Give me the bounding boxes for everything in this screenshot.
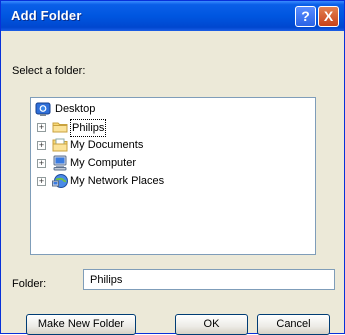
ok-button[interactable]: OK — [175, 314, 248, 335]
tree-item-philips[interactable]: + Philips — [37, 119, 307, 137]
folder-icon — [52, 119, 68, 135]
expand-toggle[interactable]: + — [37, 123, 46, 132]
folder-label: Folder: — [12, 278, 47, 290]
tree-item-label: My Network Places — [70, 175, 165, 187]
expand-toggle[interactable]: + — [37, 159, 46, 168]
title-bar: Add Folder ? X — [1, 1, 344, 31]
network-places-icon — [52, 173, 68, 189]
expand-toggle[interactable]: + — [37, 177, 46, 186]
tree-item-desktop[interactable]: Desktop — [35, 101, 305, 117]
tree-item-label: Philips — [70, 119, 107, 137]
cancel-button[interactable]: Cancel — [257, 314, 330, 335]
tree-item-my-computer[interactable]: + My Computer — [37, 155, 307, 171]
add-folder-dialog: Add Folder ? X Select a folder: Desktop … — [0, 0, 345, 335]
make-new-folder-button[interactable]: Make New Folder — [26, 314, 136, 335]
tree-item-my-network-places[interactable]: + My Network Places — [37, 173, 307, 189]
window-title: Add Folder — [11, 8, 82, 23]
my-documents-icon — [52, 137, 68, 153]
folder-tree[interactable]: Desktop + Philips + My Documents + My Co… — [30, 97, 316, 255]
help-button[interactable]: ? — [295, 6, 316, 27]
folder-input[interactable] — [83, 269, 335, 290]
tree-item-label: Desktop — [55, 103, 96, 115]
expand-toggle[interactable]: + — [37, 141, 46, 150]
desktop-icon — [35, 101, 51, 117]
my-computer-icon — [52, 155, 68, 171]
tree-item-label: My Documents — [70, 139, 144, 151]
close-button[interactable]: X — [318, 6, 339, 27]
select-folder-prompt: Select a folder: — [12, 65, 86, 77]
tree-item-label: My Computer — [70, 157, 137, 169]
tree-item-my-documents[interactable]: + My Documents — [37, 137, 307, 153]
